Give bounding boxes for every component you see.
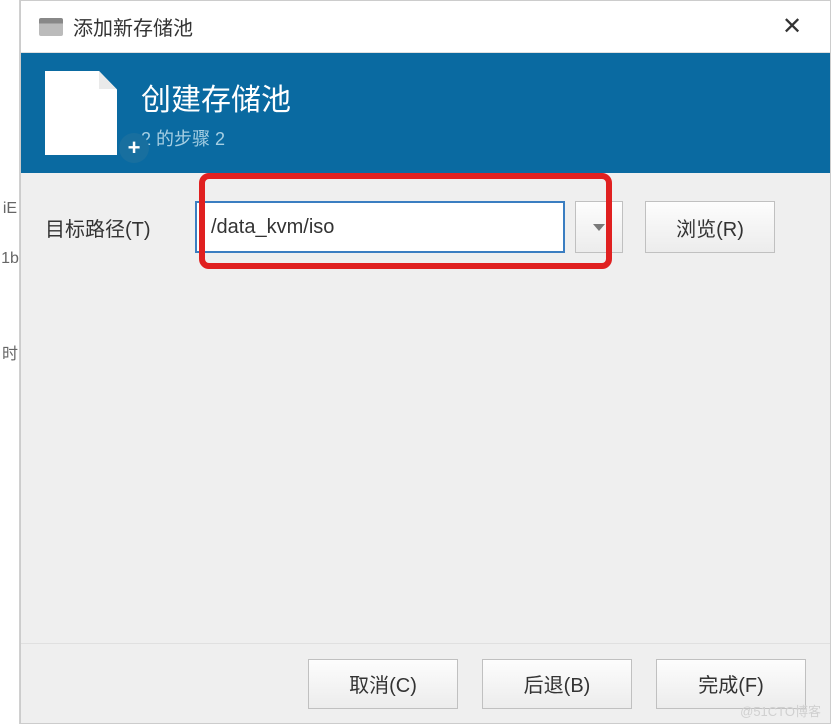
banner-titles: 创建存储池 2 的步骤 2 — [141, 75, 291, 151]
chevron-down-icon — [593, 224, 605, 231]
browse-button[interactable]: 浏览(R) — [645, 201, 775, 253]
cancel-button[interactable]: 取消(C) — [308, 659, 458, 709]
dialog-footer: 取消(C) 后退(B) 完成(F) — [21, 643, 830, 723]
dialog-titlebar: 添加新存储池 ✕ — [21, 1, 830, 53]
plus-badge-icon: + — [119, 133, 149, 163]
wizard-banner: + 创建存储池 2 的步骤 2 — [21, 53, 830, 173]
add-storage-pool-dialog: 添加新存储池 ✕ + 创建存储池 2 的步骤 2 目标路径(T) 浏览(R) 取… — [20, 0, 831, 724]
target-path-label: 目标路径(T) — [45, 213, 195, 242]
background-window-slice: iE 1b 时 — [0, 0, 20, 724]
close-button[interactable]: ✕ — [772, 7, 812, 47]
close-icon: ✕ — [782, 12, 802, 41]
wizard-step-label: 2 的步骤 2 — [141, 125, 291, 151]
target-path-dropdown-toggle[interactable] — [575, 201, 623, 253]
background-text-fragment: 时 — [0, 340, 20, 364]
background-text-fragment: 1b — [0, 250, 20, 268]
wizard-title: 创建存储池 — [141, 75, 291, 119]
document-icon — [45, 71, 117, 155]
dialog-content: 目标路径(T) 浏览(R) — [21, 173, 830, 643]
target-path-input[interactable] — [195, 201, 565, 253]
watermark-text: @51CTO博客 — [740, 701, 821, 720]
back-button[interactable]: 后退(B) — [482, 659, 632, 709]
target-path-row: 目标路径(T) 浏览(R) — [45, 201, 806, 253]
plus-glyph: + — [128, 135, 141, 161]
background-text-fragment: iE — [0, 200, 20, 218]
dialog-title: 添加新存储池 — [73, 12, 772, 41]
app-icon — [39, 18, 63, 36]
